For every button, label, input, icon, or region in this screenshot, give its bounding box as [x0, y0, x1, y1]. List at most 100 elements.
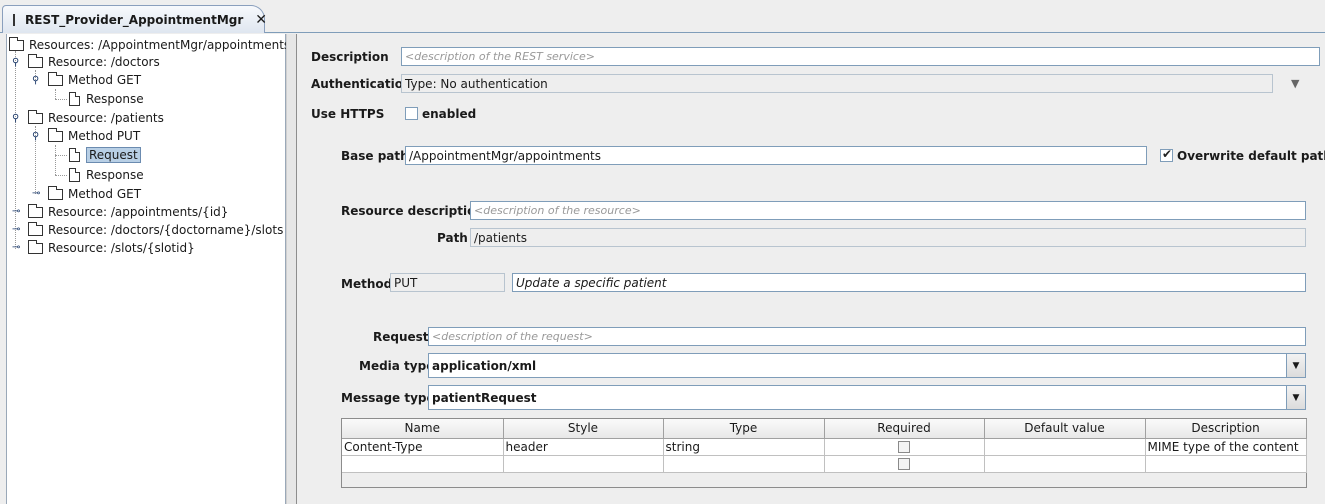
base-path-input[interactable]: /AppointmentMgr/appointments [405, 146, 1147, 165]
tree-node-label: Method GET [68, 73, 142, 87]
tree-node-patients-put-response[interactable]: Response [69, 166, 144, 184]
cell-name[interactable] [342, 455, 504, 473]
cell-style[interactable] [503, 455, 664, 473]
tree-node-label: Response [86, 92, 144, 106]
column-header-required[interactable]: Required [824, 419, 985, 439]
message-type-select[interactable]: patientRequest ▼ [428, 385, 1306, 410]
request-description-input[interactable]: <description of the request> [428, 327, 1306, 346]
request-label: Request [373, 330, 429, 344]
folder-icon [48, 127, 63, 142]
folder-icon [28, 53, 43, 68]
folder-icon [28, 239, 43, 254]
tree-node-slots-id[interactable]: Resource: /slots/{slotid} [28, 239, 195, 257]
cell-default-value[interactable] [984, 455, 1146, 473]
parameters-table: Name Style Type Required Default value D… [341, 418, 1307, 488]
folder-icon [48, 185, 63, 200]
split-pane-divider[interactable] [286, 34, 297, 504]
expanded-handle-icon[interactable]: ⚲ [32, 132, 42, 142]
expanded-handle-icon[interactable]: ⚲ [32, 76, 42, 86]
cell-default-value[interactable] [984, 438, 1146, 456]
folder-icon [48, 71, 63, 86]
tree-node-label-selected: Request [86, 147, 141, 163]
media-type-value: application/xml [432, 358, 537, 373]
collapsed-handle-icon[interactable]: ⊸ [32, 189, 42, 199]
tree-node-patients-put-request[interactable]: Request [69, 146, 141, 164]
chevron-down-icon[interactable]: ▼ [1286, 354, 1305, 377]
description-input[interactable]: <description of the REST service> [401, 47, 1320, 66]
tree-connector [55, 145, 56, 175]
tree-node-label: Resources: /AppointmentMgr/appointments [29, 38, 291, 52]
cell-name[interactable]: Content-Type [342, 438, 504, 456]
required-checkbox[interactable] [898, 458, 910, 470]
media-type-select[interactable]: application/xml ▼ [428, 353, 1306, 378]
document-icon [69, 148, 80, 162]
tree-node-label: Resource: /doctors [48, 55, 160, 69]
tree-node-doctors[interactable]: Resource: /doctors [28, 53, 160, 71]
tree-node-patients[interactable]: Resource: /patients [28, 109, 164, 127]
tree-node-doctors-get-response[interactable]: Response [69, 90, 144, 108]
tree-node-root[interactable]: Resources: /AppointmentMgr/appointments [9, 36, 290, 54]
tree-node-patients-put[interactable]: Method PUT [48, 127, 140, 145]
close-icon[interactable]: ✕ [255, 13, 267, 27]
folder-icon [28, 221, 43, 236]
collapsed-handle-icon[interactable]: ⊸ [12, 207, 22, 217]
editor-tab[interactable]: REST_Provider_AppointmentMgr ✕ [2, 5, 267, 33]
method-description-input[interactable]: Update a specific patient [512, 273, 1306, 292]
media-type-label: Media type [359, 359, 435, 373]
message-type-value: patientRequest [432, 390, 537, 405]
message-type-label: Message type [341, 391, 435, 405]
tree-connector [15, 51, 16, 249]
cell-type[interactable]: string [663, 438, 825, 456]
folder-icon [28, 203, 43, 218]
tree-node-label: Resource: /patients [48, 111, 164, 125]
tree-connector [55, 99, 67, 100]
document-icon [69, 168, 80, 182]
editor-tab-bar: REST_Provider_AppointmentMgr ✕ [0, 0, 1325, 33]
resource-tree: Resources: /AppointmentMgr/appointments … [6, 34, 290, 504]
dropdown-arrow-icon[interactable]: ▼ [1291, 77, 1299, 90]
table-header-row: Name Style Type Required Default value D… [342, 419, 1307, 439]
cell-required[interactable] [824, 438, 985, 456]
table-row[interactable] [342, 455, 1307, 473]
tree-node-appointments-id[interactable]: Resource: /appointments/{id} [28, 203, 228, 221]
tree-node-label: Resource: /appointments/{id} [48, 205, 229, 219]
method-label: Method [341, 277, 393, 291]
column-header-type[interactable]: Type [663, 419, 825, 439]
required-checkbox[interactable] [898, 441, 910, 453]
resource-description-input[interactable]: <description of the resource> [470, 201, 1306, 220]
use-https-label: Use HTTPS [311, 107, 385, 121]
tree-node-label: Method PUT [68, 129, 141, 143]
tree-node-doctors-get[interactable]: Method GET [48, 71, 141, 89]
method-field: PUT [390, 273, 505, 292]
folder-icon [9, 36, 24, 51]
chevron-down-icon[interactable]: ▼ [1286, 386, 1305, 409]
cell-type[interactable] [663, 455, 825, 473]
collapsed-handle-icon[interactable]: ⊸ [12, 243, 22, 253]
https-enabled-checkbox[interactable] [405, 107, 418, 120]
cell-required[interactable] [824, 455, 985, 473]
cell-description[interactable] [1145, 455, 1307, 473]
tab-title: REST_Provider_AppointmentMgr [25, 12, 244, 27]
column-header-default-value[interactable]: Default value [984, 419, 1146, 439]
authentication-label: Authentication [311, 77, 412, 91]
document-icon [69, 92, 80, 106]
folder-icon [28, 109, 43, 124]
authentication-field[interactable]: Type: No authentication [401, 74, 1273, 93]
expanded-handle-icon[interactable]: ⚲ [12, 58, 22, 68]
tree-node-doctors-slots[interactable]: Resource: /doctors/{doctorname}/slots [28, 221, 283, 239]
document-icon [13, 13, 15, 26]
path-field: /patients [470, 228, 1306, 247]
table-row[interactable]: Content-Type header string MIME type of … [342, 438, 1307, 456]
column-header-style[interactable]: Style [503, 419, 664, 439]
tree-node-patients-get[interactable]: Method GET [48, 185, 141, 203]
tree-connector [55, 175, 67, 176]
column-header-description[interactable]: Description [1145, 419, 1307, 439]
cell-description[interactable]: MIME type of the content [1145, 438, 1307, 456]
collapsed-handle-icon[interactable]: ⊸ [12, 225, 22, 235]
tree-node-label: Resource: /slots/{slotid} [48, 241, 195, 255]
cell-style[interactable]: header [503, 438, 664, 456]
column-header-name[interactable]: Name [342, 419, 504, 439]
resource-description-label: Resource description [341, 204, 484, 218]
expanded-handle-icon[interactable]: ⚲ [12, 114, 22, 124]
overwrite-default-path-checkbox[interactable] [1160, 147, 1173, 162]
